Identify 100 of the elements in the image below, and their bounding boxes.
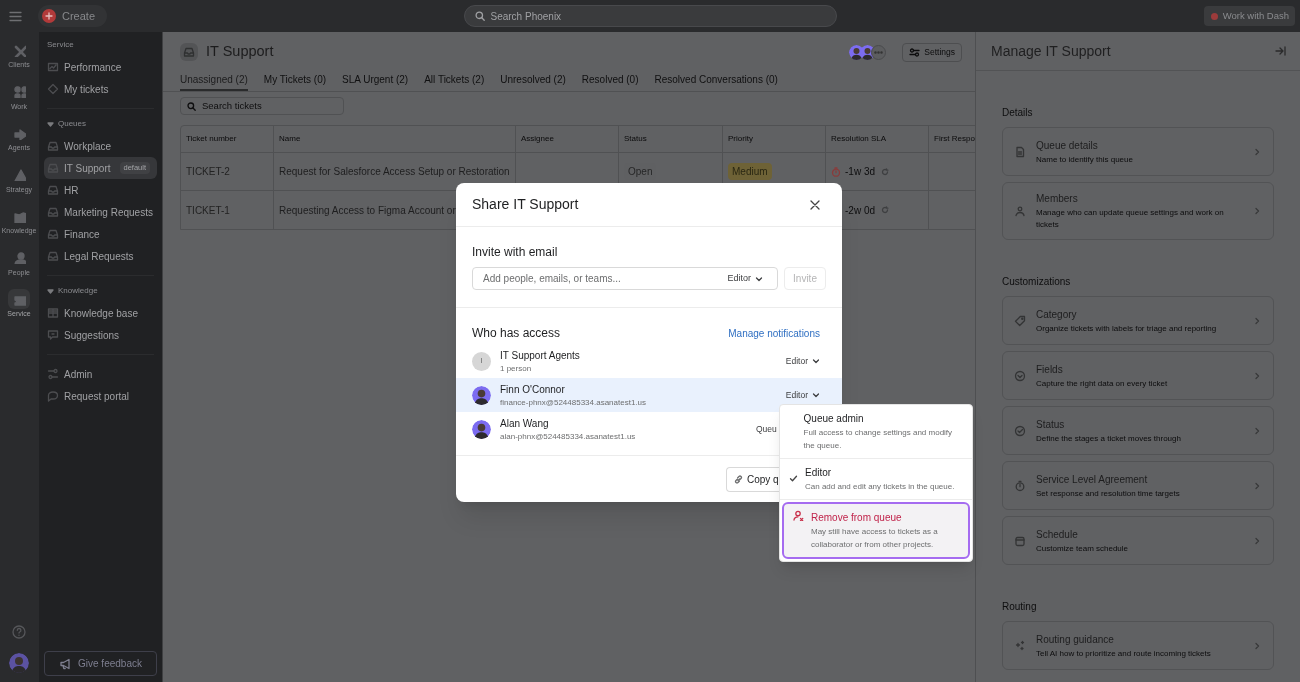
settings-card[interactable]: Status Define the stages a ticket moves through [1002,406,1274,455]
card-description: Set response and resolution time targets [1036,487,1181,500]
sidebar-item[interactable]: Finance [44,223,157,245]
manage-notifications-link[interactable]: Manage notifications [728,325,820,341]
sidebar-item[interactable]: My tickets [44,78,157,100]
inbox-icon [47,250,59,262]
tab[interactable]: All Tickets (2) [424,69,485,91]
sidebar-item[interactable]: Admin [44,363,157,385]
close-icon [810,199,820,210]
member-name: Alan Wang [500,416,550,431]
chevron-right-icon [1253,426,1261,435]
tab[interactable]: Unassigned (2) [180,69,248,91]
inbox-icon [47,228,59,240]
link-icon [734,474,743,484]
rail-icon [12,251,26,264]
refresh-icon [881,206,889,214]
dialog-title: Share IT Support [472,195,579,214]
section-heading: Invite with email [472,244,559,261]
tab[interactable]: Resolved Conversations (0) [654,69,778,91]
card-title: Members [1036,192,1079,206]
member-detail: alan-phnx@524485334.asanatest1.us [500,430,637,443]
sidebar-item[interactable]: Performance [44,56,157,78]
tab[interactable]: My Tickets (0) [263,69,327,91]
member-row[interactable]: Finn O'Connor finance-phnx@524485334.asanatest1.us Editor [456,378,842,412]
settings-card[interactable]: Schedule Customize team schedule [1002,516,1274,565]
settings-card[interactable]: Service Level Agreement Set response and resolution time targets [1002,461,1274,510]
inbox-icon [47,206,59,218]
sidebar-item[interactable]: HR [44,179,157,201]
create-button[interactable]: Create [38,5,108,27]
table-cell-text: TICKET-2 [186,165,230,179]
tab[interactable]: Unresolved (2) [500,69,566,91]
more-icon[interactable] [871,44,887,60]
role-dropdown[interactable]: Editor [785,354,820,368]
role-dropdown[interactable]: Queu [756,422,777,436]
dash-button[interactable]: Work with Dash [1203,6,1295,26]
sidebar-icon [47,329,59,341]
dots-glyph [874,50,884,54]
page-title: IT Support [206,42,274,62]
sidebar-item[interactable]: Knowledge base [44,302,157,324]
card-title: Queue details [1036,138,1099,153]
settings-card[interactable]: Category Organize tickets with labels for triage and reporting [1002,296,1274,345]
remove-person-icon [793,510,804,521]
table-cell-text: TICKET-1 [186,203,230,218]
sidebar-item[interactable]: Marketing Requests [44,201,157,223]
menu-item[interactable]: Queue admin Full access to change settings and modify the queue. [780,405,972,459]
panel-title: Manage IT Support [991,41,1111,61]
rail-button[interactable] [8,289,30,309]
settings-card[interactable]: Fields Capture the right data on every ticket [1002,351,1274,400]
card-icon [1014,639,1026,652]
sidebar-item[interactable]: Workplace [44,135,157,157]
card-title: Service Level Agreement [1036,472,1149,487]
sidebar-item[interactable]: Request portal [44,385,157,407]
card-description: Organize tickets with labels for triage and reporting [1036,322,1218,335]
settings-card[interactable]: Queue details Name to identify this queue [1002,127,1274,176]
tab[interactable]: Resolved (0) [581,69,639,91]
settings-card[interactable]: Routing guidance Tell AI how to prioritize and route incoming tickets [1002,621,1274,670]
card-icon [1014,424,1026,437]
column-header: Priority [723,126,826,152]
tab[interactable]: SLA Urgent (2) [342,69,409,91]
sla-time: -2w 0d [844,203,875,218]
settings-button[interactable]: Settings [902,42,962,62]
avatar [472,419,491,439]
chevron-right-icon [1253,481,1261,490]
rail-icon [12,168,26,181]
card-title: Status [1036,417,1066,432]
card-description: Define the stages a ticket moves through [1036,432,1182,445]
card-description: Tell AI how to prioritize and route incoming tickets [1036,647,1212,660]
column-header: Status [619,126,723,152]
card-description: Manage who can update queue settings and work on tickets [1036,207,1225,231]
settings-card[interactable]: Members Manage who can update queue settings and work on tickets [1002,182,1274,240]
section-header[interactable]: Queues [58,118,87,130]
search-field[interactable]: Search Phoenix [463,5,837,27]
menu-item[interactable]: Remove from queue May still have access to tickets as a collaborator or from other projects. [782,502,970,559]
priority-tag: Medium [728,163,772,180]
caret-icon [755,274,763,283]
role-dropdown[interactable]: Editor [785,388,820,402]
search-tickets-field[interactable]: Search tickets [180,97,344,115]
inbox-icon [47,184,59,196]
inbox-icon [47,140,59,152]
section-header[interactable]: Knowledge [58,285,98,297]
card-title: Routing guidance [1036,632,1115,647]
invite-field[interactable]: Add people, emails, or teams... Editor [472,267,778,290]
menu-item[interactable]: Editor Can add and edit any tickets in the queue. [780,459,972,500]
feedback-button[interactable]: Give feedback [44,651,157,676]
card-description: Customize team schedule [1036,542,1130,555]
sidebar-icon [47,61,59,73]
card-icon [1014,205,1026,217]
member-row[interactable]: I IT Support Agents 1 person Editor [456,344,842,378]
caret-icon [47,120,54,128]
rail-icon [12,85,26,98]
rail-icon [12,209,26,223]
table-cell[interactable]: Request for Salesforce Access Setup or Restoration [279,164,510,179]
role-dropdown[interactable]: Editor [727,271,763,286]
stopwatch-icon [831,166,841,177]
caret-icon [47,287,54,295]
sidebar-item[interactable]: Suggestions [44,324,157,346]
column-header: Resolution SLA [826,126,929,152]
menu-icon [9,10,22,22]
sidebar-item[interactable]: Legal Requests [44,245,157,267]
sidebar-icon [47,390,59,402]
